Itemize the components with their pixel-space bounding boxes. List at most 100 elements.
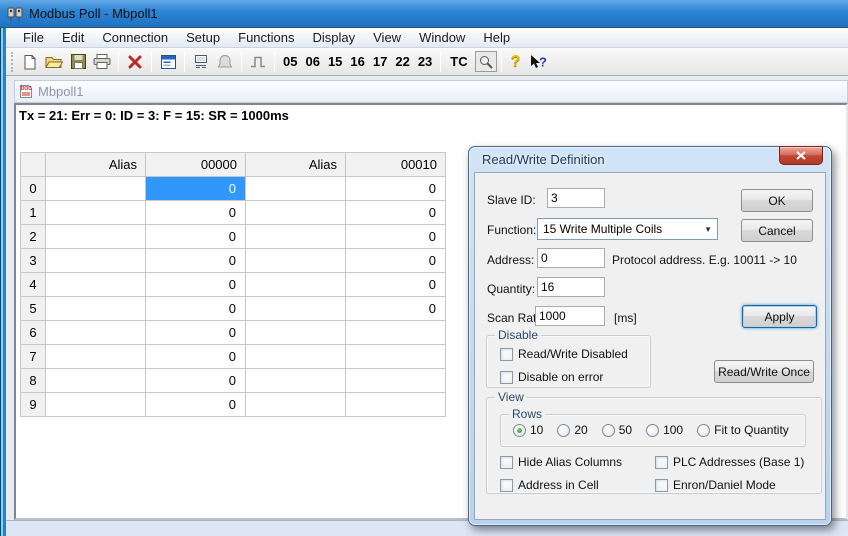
function-dropdown[interactable]: 15 Write Multiple Coils ▼ bbox=[537, 218, 718, 240]
disable-disable-on-error-checkbox[interactable]: Disable on error bbox=[500, 370, 628, 384]
slave-id-input[interactable] bbox=[547, 188, 605, 208]
grid-cell-r1-c2[interactable]: 0 bbox=[146, 201, 246, 225]
grid-cell-r7-c1[interactable] bbox=[46, 345, 146, 369]
save-button[interactable] bbox=[66, 51, 90, 73]
menu-bar: FileEditConnectionSetupFunctionsDisplayV… bbox=[6, 28, 848, 48]
grid-cell-r4-c3[interactable] bbox=[246, 273, 346, 297]
rows-option-50[interactable]: 50 bbox=[602, 423, 632, 437]
grid-cell-r0-c4[interactable]: 0 bbox=[346, 177, 446, 201]
display-setup-button[interactable] bbox=[156, 51, 180, 73]
menu-edit[interactable]: Edit bbox=[53, 29, 93, 46]
address-input[interactable] bbox=[537, 248, 605, 268]
grid-cell-r3-c4[interactable]: 0 bbox=[346, 249, 446, 273]
grid-cell-r9-c3[interactable] bbox=[246, 393, 346, 417]
grid-cell-r0-c3[interactable] bbox=[246, 177, 346, 201]
menu-display[interactable]: Display bbox=[304, 29, 365, 46]
toolbar-function-05-button[interactable]: 05 bbox=[279, 52, 301, 71]
grid-cell-r6-c2[interactable]: 0 bbox=[146, 321, 246, 345]
grid-column-header-alias[interactable]: Alias bbox=[46, 153, 146, 177]
grid-cell-r4-c2[interactable]: 0 bbox=[146, 273, 246, 297]
zoom-button[interactable] bbox=[475, 51, 497, 72]
menu-functions[interactable]: Functions bbox=[229, 29, 303, 46]
grid-cell-r5-c3[interactable] bbox=[246, 297, 346, 321]
rows-option-fit-to-quantity[interactable]: Fit to Quantity bbox=[697, 423, 789, 437]
document-titlebar[interactable]: DOC Mbpoll1 bbox=[14, 80, 848, 103]
open-file-button[interactable] bbox=[42, 51, 66, 73]
grid-cell-r0-c2[interactable]: 0 bbox=[146, 177, 246, 201]
view-enron-daniel-mode-label: Enron/Daniel Mode bbox=[673, 478, 776, 492]
grid-cell-r6-c1[interactable] bbox=[46, 321, 146, 345]
grid-cell-r6-c3[interactable] bbox=[246, 321, 346, 345]
grid-cell-r9-c4[interactable] bbox=[346, 393, 446, 417]
pulse-button[interactable] bbox=[246, 51, 270, 73]
test-center-button[interactable]: TC bbox=[445, 52, 472, 71]
grid-cell-r3-c2[interactable]: 0 bbox=[146, 249, 246, 273]
new-file-button[interactable] bbox=[18, 51, 42, 73]
grid-cell-r9-c1[interactable] bbox=[46, 393, 146, 417]
ok-button[interactable]: OK bbox=[741, 189, 813, 212]
grid-cell-r1-c3[interactable] bbox=[246, 201, 346, 225]
grid-column-header-00000[interactable]: 00000 bbox=[146, 153, 246, 177]
print-button[interactable] bbox=[90, 51, 114, 73]
grid-cell-r0-c1[interactable] bbox=[46, 177, 146, 201]
grid-cell-r3-c3[interactable] bbox=[246, 249, 346, 273]
scan-rate-input[interactable] bbox=[535, 306, 605, 326]
grid-cell-r4-c4[interactable]: 0 bbox=[346, 273, 446, 297]
grid-cell-r8-c3[interactable] bbox=[246, 369, 346, 393]
poll-setup-button[interactable] bbox=[189, 51, 213, 73]
menu-setup[interactable]: Setup bbox=[177, 29, 229, 46]
rows-option-20[interactable]: 20 bbox=[557, 423, 587, 437]
grid-cell-r2-c2[interactable]: 0 bbox=[146, 225, 246, 249]
cancel-button[interactable]: Cancel bbox=[741, 219, 813, 242]
menu-connection[interactable]: Connection bbox=[93, 29, 177, 46]
grid-cell-r2-c3[interactable] bbox=[246, 225, 346, 249]
grid-cell-r7-c4[interactable] bbox=[346, 345, 446, 369]
view-enron-daniel-mode-checkbox[interactable]: Enron/Daniel Mode bbox=[655, 478, 804, 492]
grid-cell-r8-c2[interactable]: 0 bbox=[146, 369, 246, 393]
grid-column-header-alias[interactable]: Alias bbox=[246, 153, 346, 177]
grid-corner-header[interactable] bbox=[21, 153, 46, 177]
toolbar-function-16-button[interactable]: 16 bbox=[346, 52, 368, 71]
grid-cell-r8-c4[interactable] bbox=[346, 369, 446, 393]
grid-cell-r9-c2[interactable]: 0 bbox=[146, 393, 246, 417]
disconnect-button[interactable] bbox=[123, 51, 147, 73]
grid-cell-r5-c4[interactable]: 0 bbox=[346, 297, 446, 321]
grid-cell-r4-c1[interactable] bbox=[46, 273, 146, 297]
rows-option-100[interactable]: 100 bbox=[646, 423, 683, 437]
read-write-once-button[interactable]: Read/Write Once bbox=[714, 360, 814, 383]
grid-cell-r5-c1[interactable] bbox=[46, 297, 146, 321]
view-hide-alias-columns-checkbox[interactable]: Hide Alias Columns bbox=[500, 455, 655, 469]
grid-cell-r5-c2[interactable]: 0 bbox=[146, 297, 246, 321]
toolbar-function-15-button[interactable]: 15 bbox=[324, 52, 346, 71]
view-plc-addresses-base-1-checkbox[interactable]: PLC Addresses (Base 1) bbox=[655, 455, 804, 469]
grid-cell-r1-c4[interactable]: 0 bbox=[346, 201, 446, 225]
toolbar-function-22-button[interactable]: 22 bbox=[391, 52, 413, 71]
rows-option-10[interactable]: 10 bbox=[513, 423, 543, 437]
toolbar-function-06-button[interactable]: 06 bbox=[301, 52, 323, 71]
address-hint: Protocol address. E.g. 10011 -> 10 bbox=[612, 253, 797, 267]
menu-help[interactable]: Help bbox=[474, 29, 519, 46]
about-button[interactable]: ? bbox=[506, 53, 526, 71]
toolbar-function-23-button[interactable]: 23 bbox=[414, 52, 436, 71]
quantity-input[interactable] bbox=[537, 277, 605, 297]
grid-cell-r6-c4[interactable] bbox=[346, 321, 446, 345]
toolbar-function-17-button[interactable]: 17 bbox=[369, 52, 391, 71]
context-help-button[interactable]: ? bbox=[525, 51, 549, 73]
grid-column-header-00010[interactable]: 00010 bbox=[346, 153, 446, 177]
grid-cell-r8-c1[interactable] bbox=[46, 369, 146, 393]
menu-file[interactable]: File bbox=[14, 29, 53, 46]
menu-window[interactable]: Window bbox=[410, 29, 474, 46]
view-address-in-cell-checkbox[interactable]: Address in Cell bbox=[500, 478, 655, 492]
grid-cell-r1-c1[interactable] bbox=[46, 201, 146, 225]
grid-cell-r7-c3[interactable] bbox=[246, 345, 346, 369]
dialog-close-button[interactable] bbox=[779, 146, 823, 165]
window-titlebar[interactable]: Modbus Poll - Mbpoll1 bbox=[0, 0, 848, 28]
apply-button[interactable]: Apply bbox=[742, 305, 817, 328]
grid-cell-r2-c1[interactable] bbox=[46, 225, 146, 249]
grid-cell-r2-c4[interactable]: 0 bbox=[346, 225, 446, 249]
communication-log-button[interactable] bbox=[213, 51, 237, 73]
grid-cell-r7-c2[interactable]: 0 bbox=[146, 345, 246, 369]
menu-view[interactable]: View bbox=[364, 29, 410, 46]
disable-read-write-disabled-checkbox[interactable]: Read/Write Disabled bbox=[500, 347, 628, 361]
grid-cell-r3-c1[interactable] bbox=[46, 249, 146, 273]
